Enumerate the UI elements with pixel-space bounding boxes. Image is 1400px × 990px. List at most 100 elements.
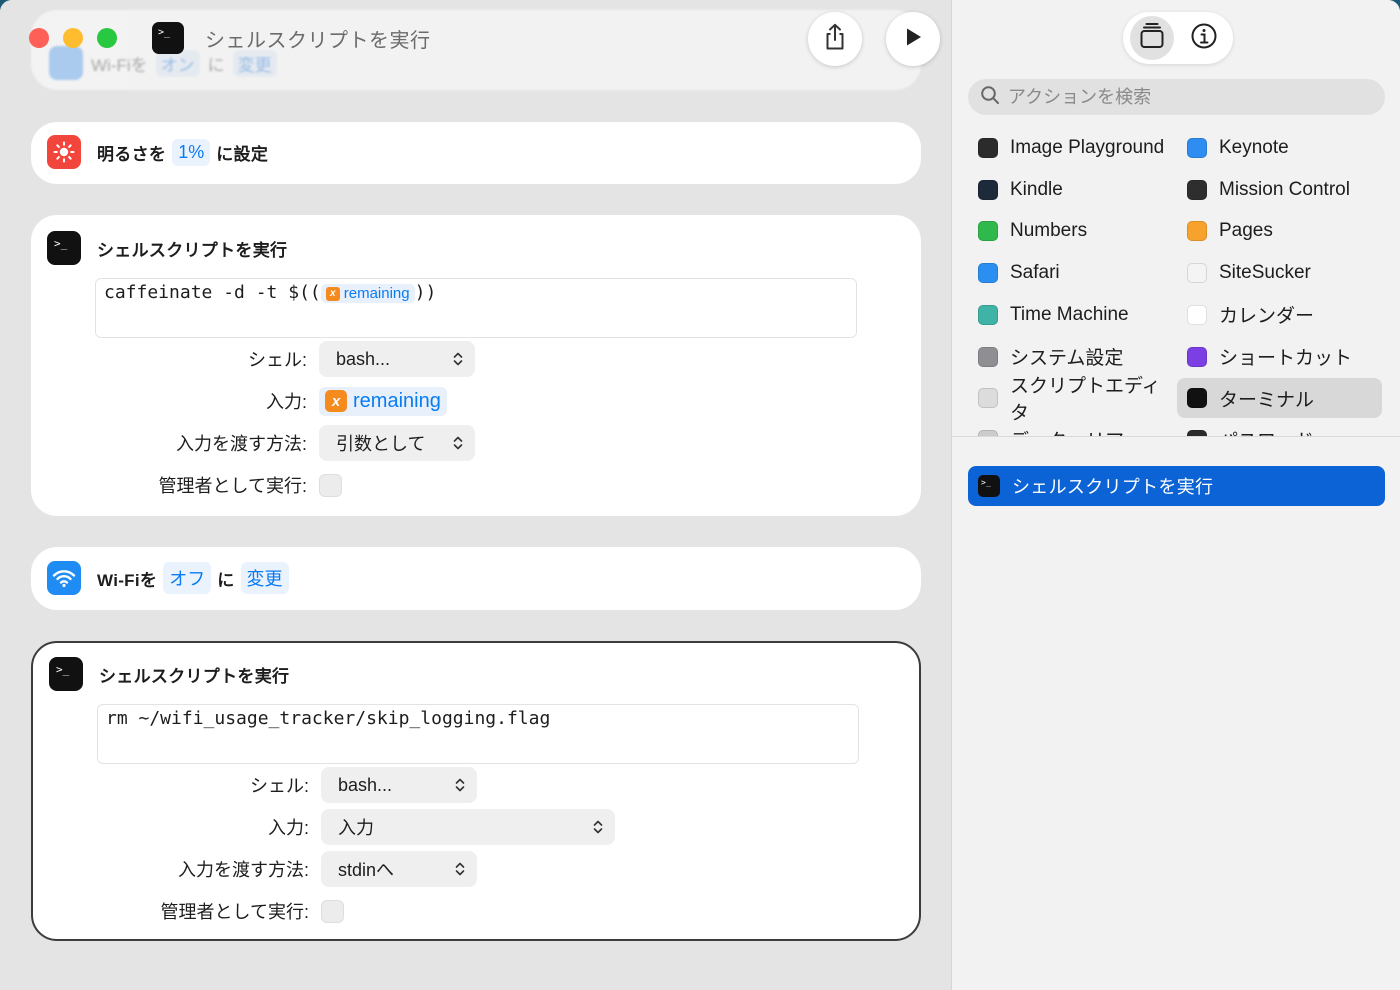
shell-script-card-2[interactable]: >_ シェルスクリプトを実行 rm ~/wifi_usage_tracker/s… [31,641,921,941]
app-item-sitesucker[interactable]: SiteSucker [1177,253,1382,293]
script-editor-icon [978,388,998,409]
updown-chevron-icon [593,819,603,835]
shell-value: bash... [336,348,391,369]
script-editor-2[interactable]: rm ~/wifi_usage_tracker/skip_logging.fla… [97,704,859,764]
input-variable-label: remaining [353,389,441,412]
image-playground-icon [978,138,998,158]
app-item-label: Image Playground [1010,137,1165,158]
app-item-terminal[interactable]: ターミナル [1177,378,1382,419]
action-sidebar: Image Playground Keynote Kindle Mission Con… [951,0,1400,990]
app-item-pages[interactable]: Pages [1177,211,1382,251]
pass-label: 入力を渡す方法: [177,860,309,880]
pages-icon [1187,221,1207,242]
app-item-kindle[interactable]: Kindle [968,170,1173,210]
brightness-icon [47,135,81,169]
wifi-state-token[interactable]: オフ [163,562,212,594]
run-button[interactable] [886,12,940,66]
shell-popup[interactable]: bash... [321,767,477,803]
shell-param-row: シェル: bash... [31,341,891,377]
input-popup[interactable]: 入力 [321,809,615,845]
updown-chevron-icon [453,435,463,451]
action-run-shell-script[interactable]: >_ シェルスクリプトを実行 [968,466,1385,506]
system-settings-icon [978,346,998,367]
input-label: 入力: [265,392,307,412]
sidebar-mode-switch [1123,12,1233,64]
script-variable-chip[interactable]: x remaining [320,284,415,303]
wifi-icon [47,561,81,595]
play-icon [902,26,924,53]
app-item-numbers[interactable]: Numbers [968,211,1173,251]
wifi-action-token[interactable]: 変更 [240,562,289,594]
time-machine-icon [978,304,998,325]
script-2-text: rm ~/wifi_usage_tracker/skip_logging.fla… [106,708,551,729]
app-item-label: ショートカット [1219,348,1353,369]
brightness-suffix: に設定 [216,144,269,164]
app-item-script-editor[interactable]: スクリプトエディタ [968,376,1173,424]
app-item-mission-control[interactable]: Mission Control [1177,170,1382,210]
action-search-field[interactable] [968,79,1385,115]
shell-value: bash... [338,774,393,795]
app-item-image-playground[interactable]: Image Playground [968,128,1173,168]
stack-icon [1138,22,1166,55]
shell-param-row: シェル: bash... [33,767,893,803]
app-item-calendar[interactable]: カレンダー [1177,295,1382,335]
terminal-icon: >_ [152,22,184,54]
pass-param-row: 入力を渡す方法: stdinへ [33,851,893,887]
script-1-suffix: )) [414,282,437,303]
sidebar-divider [952,436,1400,437]
share-button[interactable] [808,12,862,66]
app-item-partial-app[interactable]: データ…リア [968,420,1173,436]
app-item-label: システム設定 [1010,348,1124,369]
brightness-value-token[interactable]: 1% [172,138,211,166]
minimize-button[interactable] [63,28,83,48]
app-item-label: カレンダー [1219,306,1315,328]
library-tab[interactable] [1130,16,1174,60]
app-item-keynote[interactable]: Keynote [1177,128,1382,168]
pass-method-popup[interactable]: stdinへ [321,851,477,887]
app-item-label: スクリプトエディタ [1010,376,1161,425]
updown-chevron-icon [453,351,463,367]
admin-param-row: 管理者として実行: [33,893,893,929]
action-label: シェルスクリプトを実行 [1012,477,1214,497]
wifi-on-label: Wi-Fiを [91,55,148,75]
brightness-row: 明るさを 1% に設定 [47,135,268,169]
app-item-safari[interactable]: Safari [968,253,1173,293]
app-item-label: パスワード [1219,426,1314,436]
wifi-icon [49,46,83,80]
pass-method-popup[interactable]: 引数として [319,425,475,461]
action-search-input[interactable] [1008,86,1368,108]
app-item-label: Pages [1219,220,1273,242]
sitesucker-icon [1187,263,1207,284]
shell-script-card-1[interactable]: >_ シェルスクリプトを実行 caffeinate -d -t $((x rema… [31,215,921,516]
app-list: Image Playground Keynote Kindle Mission Con… [968,128,1388,436]
script-editor-1[interactable]: caffeinate -d -t $((x remaining)) [95,278,857,338]
app-item-passwords[interactable]: パスワード [1177,420,1382,436]
shell-popup[interactable]: bash... [319,341,475,377]
input-variable-token[interactable]: x remaining [319,386,447,416]
app-item-shortcuts[interactable]: ショートカット [1177,337,1382,377]
admin-checkbox[interactable] [321,899,344,923]
wifi-mid-label: に [217,570,235,590]
input-param-row: 入力: x remaining [31,383,891,419]
brightness-card[interactable]: 明るさを 1% に設定 [31,122,921,184]
info-tab[interactable] [1182,16,1226,60]
window-title: シェルスクリプトを実行 [205,30,431,52]
close-button[interactable] [29,28,49,48]
app-item-label: SiteSucker [1219,262,1311,284]
admin-param-row: 管理者として実行: [31,467,891,503]
search-icon [980,85,1000,110]
shortcuts-icon [1187,346,1207,367]
admin-label: 管理者として実行: [160,902,309,922]
wifi-off-card[interactable]: Wi-Fiを オフ に 変更 [31,547,921,610]
admin-checkbox[interactable] [319,473,342,497]
input-param-row: 入力: 入力 [33,809,893,845]
share-icon [822,23,848,56]
shell-card-1-header: >_ シェルスクリプトを実行 [47,231,287,265]
script-variable-label: remaining [343,285,410,302]
app-item-time-machine[interactable]: Time Machine [968,295,1173,335]
shell-card-2-header: >_ シェルスクリプトを実行 [49,657,289,691]
terminal-icon [1187,388,1207,409]
wifi-action-token[interactable]: 変更 [232,49,277,77]
zoom-button[interactable] [97,28,117,48]
kindle-icon [978,179,998,200]
